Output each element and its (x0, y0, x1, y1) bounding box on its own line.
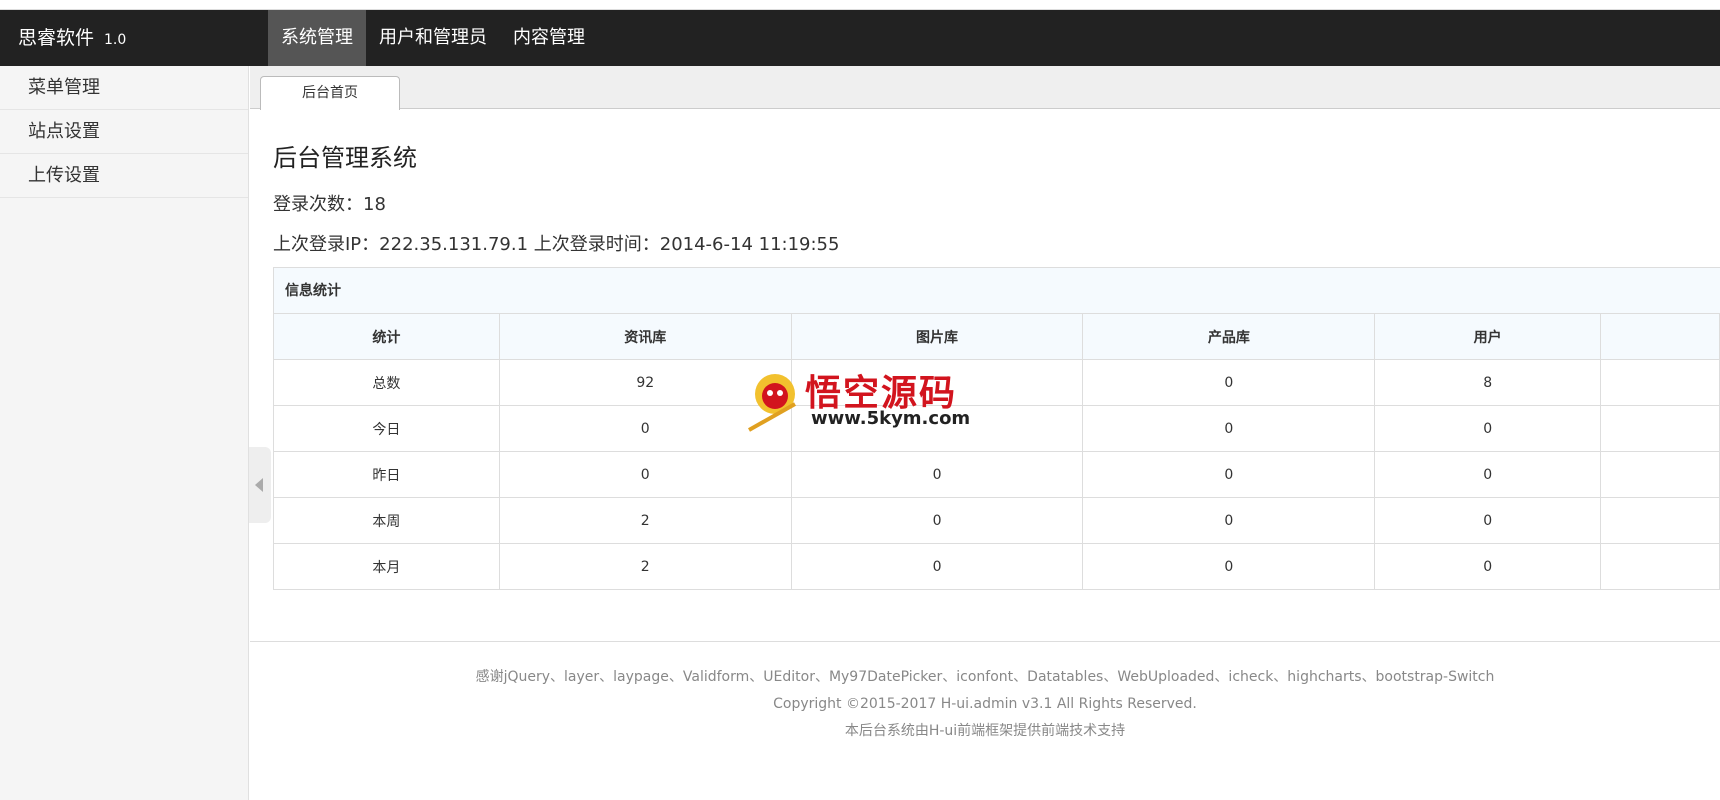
stats-caption: 信息统计 (273, 267, 1720, 314)
table-cell: 0 (790, 543, 1084, 590)
table-cell (1600, 359, 1720, 406)
table-cell: 0 (1082, 405, 1376, 452)
main-nav: 系统管理 用户和管理员 内容管理 (268, 10, 598, 66)
col-header: 用户 (1374, 313, 1602, 360)
table-cell: 8 (1374, 359, 1602, 406)
col-header: 统计 (273, 313, 500, 360)
table-row: 本月 2 0 0 0 (273, 543, 1720, 590)
table-cell: 0 (1374, 497, 1602, 544)
tab-bar: 后台首页 (250, 66, 1720, 110)
sidebar-collapse-toggle[interactable] (249, 447, 271, 523)
last-login-text: 上次登录IP：222.35.131.79.1 上次登录时间：2014-6-14 … (273, 234, 840, 255)
table-cell: 总数 (273, 359, 500, 406)
col-header: 产品库 (1082, 313, 1376, 360)
table-cell (1600, 405, 1720, 452)
footer: 感谢jQuery、layer、laypage、Validform、UEditor… (250, 664, 1720, 745)
table-cell: 0 (498, 451, 792, 498)
watermark-overlay: 悟空源码 www.5kym.com (745, 364, 975, 436)
footer-support: 本后台系统由H-ui前端框架提供前端技术支持 (844, 723, 1126, 739)
table-cell (1600, 497, 1720, 544)
page-title: 后台管理系统 (273, 144, 417, 172)
table-cell: 2 (498, 543, 792, 590)
table-cell (1600, 451, 1720, 498)
col-header: 资讯库 (498, 313, 792, 360)
brand-name: 思睿软件 (18, 27, 95, 49)
stats-table: 统计 资讯库 图片库 产品库 用户 总数 92 0 8 今日 0 0 0 昨日 … (273, 313, 1720, 590)
table-cell: 昨日 (273, 451, 500, 498)
table-cell: 0 (790, 497, 1084, 544)
table-cell: 0 (1082, 451, 1376, 498)
footer-divider (250, 641, 1720, 642)
watermark-url: www.5kym.com (811, 408, 971, 429)
table-cell: 今日 (273, 405, 500, 452)
sidebar: 菜单管理 站点设置 上传设置 (0, 66, 249, 800)
col-header: 图片库 (790, 313, 1084, 360)
chevron-left-icon (255, 478, 263, 492)
sidebar-item-site-settings[interactable]: 站点设置 (0, 110, 248, 154)
table-cell: 本月 (273, 543, 500, 590)
brand-version: 1.0 (104, 32, 127, 48)
table-cell: 本周 (273, 497, 500, 544)
table-cell: 0 (1082, 359, 1376, 406)
table-cell: 0 (1374, 543, 1602, 590)
browser-top-edge (0, 0, 1720, 10)
table-cell: 0 (1082, 543, 1376, 590)
footer-copyright: Copyright ©2015-2017 H-ui.admin v3.1 All… (773, 696, 1197, 712)
sidebar-item-upload-settings[interactable]: 上传设置 (0, 154, 248, 198)
nav-content-management[interactable]: 内容管理 (500, 10, 598, 66)
nav-users-and-admins[interactable]: 用户和管理员 (366, 10, 500, 66)
table-cell: 0 (1082, 497, 1376, 544)
sidebar-item-menu-management[interactable]: 菜单管理 (0, 66, 248, 110)
table-header-row: 统计 资讯库 图片库 产品库 用户 (273, 313, 1720, 360)
table-row: 昨日 0 0 0 0 (273, 451, 1720, 498)
tab-dashboard-home[interactable]: 后台首页 (260, 76, 400, 110)
table-cell (1600, 543, 1720, 590)
table-row: 本周 2 0 0 0 (273, 497, 1720, 544)
table-cell: 2 (498, 497, 792, 544)
table-cell: 0 (1374, 405, 1602, 452)
table-cell: 0 (790, 451, 1084, 498)
monkey-logo-icon (748, 374, 796, 432)
brand-logo[interactable]: 思睿软件 1.0 (18, 10, 126, 66)
footer-thanks: 感谢jQuery、layer、laypage、Validform、UEditor… (475, 669, 1495, 685)
login-count-text: 登录次数：18 (273, 194, 386, 215)
top-navbar: 思睿软件 1.0 系统管理 用户和管理员 内容管理 (0, 10, 1720, 66)
table-row: 今日 0 0 0 (273, 405, 1720, 452)
table-cell: 0 (1374, 451, 1602, 498)
col-header (1600, 313, 1720, 360)
nav-system-management[interactable]: 系统管理 (268, 10, 366, 66)
table-row: 总数 92 0 8 (273, 359, 1720, 406)
